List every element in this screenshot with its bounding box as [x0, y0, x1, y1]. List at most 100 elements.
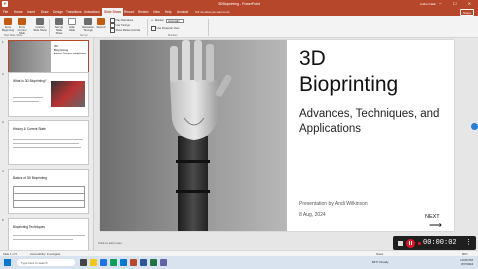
record-icon	[97, 18, 105, 25]
play-current-icon	[18, 18, 26, 25]
system-clock[interactable]: 10:06 PM 8/7/2024	[460, 258, 473, 266]
window-title: 3DBioprinting - PowerPoint	[217, 1, 261, 6]
ribbon-separator	[208, 19, 209, 36]
from-beginning-button[interactable]: From Beginning	[2, 18, 14, 32]
ribbon-separator	[147, 19, 148, 36]
group-set-up: Set Up	[80, 34, 88, 37]
slide-thumbnails-panel[interactable]: 1 3D Bioprinting Advances, Techniques, a…	[0, 38, 94, 259]
robotic-hand-image[interactable]	[100, 40, 287, 231]
next-button[interactable]: NEXT ⟶	[425, 214, 454, 231]
record-button[interactable]: Record	[96, 18, 106, 29]
thumbnail-image	[51, 81, 85, 107]
chrome-icon[interactable]	[110, 259, 117, 266]
robotic-hand-illustration	[170, 40, 232, 231]
setup-icon	[55, 18, 63, 25]
use-timings-checkbox[interactable]: Use Timings	[110, 23, 130, 28]
slide-thumbnail-3[interactable]: History & Current State	[8, 120, 89, 165]
taskbar: Type here to search 84°F Cloudy 10:06 PM…	[0, 256, 478, 269]
edge-icon[interactable]	[100, 259, 107, 266]
record-label: Record	[96, 26, 106, 29]
title-bar: P 3DBioprinting - PowerPoint Andrei Nali…	[0, 0, 478, 8]
tab-draw[interactable]: Draw	[41, 10, 48, 14]
slide-number: 5	[2, 218, 4, 222]
slide-number: 4	[2, 169, 4, 173]
thumbnail-title: What Is 3D Bioprinting?	[13, 79, 47, 83]
text-line	[13, 97, 43, 98]
set-up-slide-show-button[interactable]: Set Up Slide Show	[53, 18, 65, 35]
pause-icon[interactable]	[406, 238, 415, 248]
group-monitors: Monitors	[168, 34, 178, 37]
custom-show-label: Custom Slide Show	[33, 26, 47, 32]
powerpoint-icon[interactable]	[130, 259, 137, 266]
title-line-2: Bioprinting	[299, 73, 399, 96]
slide-number: 1	[2, 40, 4, 44]
tab-view[interactable]: View	[153, 10, 160, 14]
more-options-icon[interactable]: ⋮	[465, 238, 472, 246]
ribbon-separator	[49, 19, 50, 36]
stop-icon[interactable]	[398, 240, 403, 246]
taskbar-search-input[interactable]: Type here to search	[17, 259, 75, 266]
window-controls[interactable]: ─ ☐ ✕	[439, 1, 476, 6]
group-start-slide-show: Start Slide Show	[4, 34, 23, 37]
slide-title[interactable]: 3D Bioprinting	[299, 46, 398, 98]
presenter-name[interactable]: Presentation by Andi Wilkinson	[299, 201, 368, 207]
file-explorer-icon[interactable]	[90, 259, 97, 266]
slide-thumbnail-2[interactable]: What Is 3D Bioprinting?	[8, 72, 89, 117]
play-narrations-checkbox[interactable]: Play Narrations	[110, 18, 134, 23]
rehearse-label: Rehearse Timings	[82, 26, 94, 32]
tab-home[interactable]: Home	[14, 10, 23, 14]
hide-slide-label: Hide Slide	[69, 26, 75, 32]
ribbon: From Beginning From Current Slide Custom…	[0, 16, 478, 38]
rehearse-icon	[84, 18, 92, 25]
thumbnail-title: Basics of 3D Bioprinting	[13, 176, 47, 180]
custom-slide-show-button[interactable]: Custom Slide Show	[33, 18, 47, 32]
thumbnail-title: Bioprinting Techniques	[13, 225, 46, 229]
slide-subtitle[interactable]: Advances, Techniques, and Applications	[299, 107, 449, 136]
hide-slide-icon	[68, 18, 76, 25]
title-line-1: 3D	[299, 47, 326, 70]
tab-acrobat[interactable]: Acrobat	[177, 10, 188, 14]
from-beginning-label: From Beginning	[2, 26, 14, 32]
tab-review[interactable]: Review	[138, 10, 148, 14]
recording-dot-icon	[418, 241, 421, 245]
tab-transitions[interactable]: Transitions	[66, 10, 81, 14]
tab-help[interactable]: Help	[165, 10, 172, 14]
slide-number: 3	[2, 120, 4, 124]
excel-icon[interactable]	[150, 259, 157, 266]
copilot-icon[interactable]	[471, 123, 478, 130]
tab-slide-show[interactable]: Slide Show	[102, 8, 124, 16]
slide-canvas[interactable]: 3D Bioprinting Advances, Techniques, and…	[100, 40, 454, 231]
setup-label: Set Up Slide Show	[54, 26, 64, 35]
tab-design[interactable]: Design	[53, 10, 63, 14]
task-view-icon[interactable]	[80, 259, 87, 266]
windows-icon[interactable]	[4, 259, 11, 266]
use-presenter-view-checkbox[interactable]: Use Presenter View	[151, 26, 180, 31]
presentation-date[interactable]: 8 Aug, 2024	[299, 212, 326, 218]
show-media-controls-checkbox[interactable]: Show Media Controls	[110, 28, 141, 33]
table-line	[13, 193, 85, 194]
tab-file[interactable]: File	[3, 10, 8, 14]
rehearse-timings-button[interactable]: Rehearse Timings	[82, 18, 94, 32]
tab-insert[interactable]: Insert	[27, 10, 35, 14]
text-line	[13, 235, 85, 236]
text-line	[13, 239, 73, 240]
thumbnail-title: History & Current State	[13, 127, 46, 131]
word-icon[interactable]	[140, 259, 147, 266]
monitor-select[interactable]: Automatic	[166, 18, 184, 23]
teams-icon[interactable]	[160, 259, 167, 266]
slide-thumbnail-4[interactable]: Basics of 3D Bioprinting	[8, 169, 89, 214]
tell-me-search[interactable]: Tell me what you want to do	[195, 10, 230, 14]
share-button[interactable]: Share	[459, 9, 474, 16]
from-current-slide-button[interactable]: From Current Slide	[16, 18, 28, 35]
tab-record[interactable]: Record	[124, 10, 134, 14]
hide-slide-button[interactable]: Hide Slide	[67, 18, 77, 32]
text-line	[13, 143, 79, 144]
recording-timer: 00:00:02	[423, 239, 457, 247]
thumbnail-title: Bioprinting	[54, 48, 69, 52]
user-name[interactable]: Andrei Nalic	[420, 2, 436, 6]
thumbnail-subtitle: Advances, Techniques, and Applications	[54, 53, 87, 55]
tab-animations[interactable]: Animations	[84, 10, 100, 14]
outlook-icon[interactable]	[120, 259, 127, 266]
weather-widget[interactable]: 84°F Cloudy	[372, 260, 389, 264]
recording-toolbar: 00:00:02 ⋮	[393, 236, 476, 250]
